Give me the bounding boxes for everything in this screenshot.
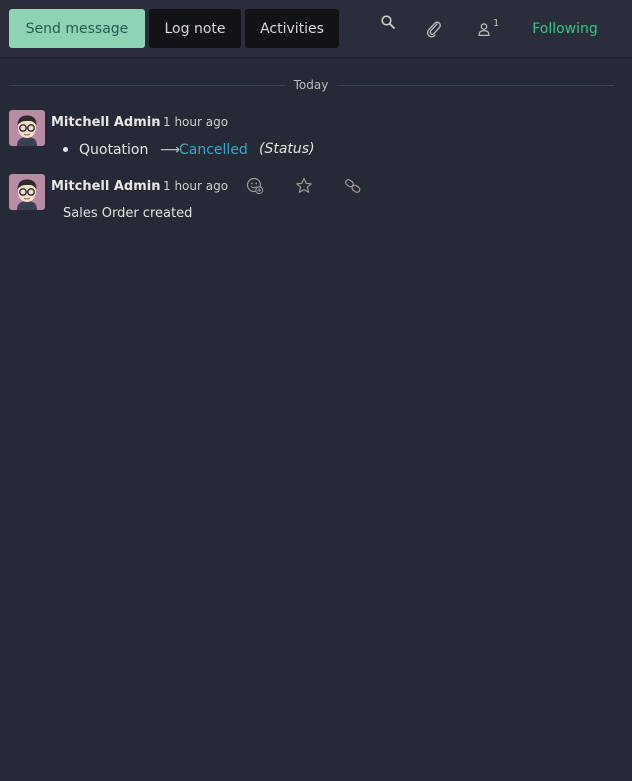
tracking-field-name: (Status) bbox=[259, 141, 315, 157]
tracking-new-value: Cancelled bbox=[179, 142, 248, 158]
message-date: 1 hour ago bbox=[163, 115, 229, 129]
activities-button[interactable]: Activities bbox=[245, 9, 339, 48]
star-icon[interactable] bbox=[293, 176, 315, 196]
message-author[interactable]: Mitchell Admin bbox=[51, 179, 160, 194]
tracking-bullet bbox=[63, 147, 68, 152]
date-separator-line bbox=[337, 85, 614, 86]
chatter-topbar: Send message Log note Activities 1 Follo… bbox=[0, 0, 632, 58]
followers-button[interactable] bbox=[476, 16, 506, 40]
followers-count: 1 bbox=[493, 18, 500, 29]
add-reaction-icon[interactable] bbox=[244, 176, 266, 196]
message-author-dash: - bbox=[153, 179, 158, 193]
tracking-old-value: Quotation bbox=[79, 142, 149, 158]
search-icon[interactable] bbox=[378, 12, 398, 32]
date-separator-line bbox=[9, 85, 285, 86]
following-button[interactable]: Following bbox=[522, 9, 608, 48]
avatar[interactable] bbox=[9, 110, 45, 146]
message-date: 1 hour ago bbox=[163, 179, 229, 193]
avatar[interactable] bbox=[9, 174, 45, 210]
link-icon[interactable] bbox=[342, 176, 364, 196]
paperclip-icon[interactable] bbox=[424, 19, 444, 39]
message-body: Sales Order created bbox=[63, 206, 193, 221]
message-author[interactable]: Mitchell Admin bbox=[51, 115, 160, 130]
arrow-right-icon: ⟶ bbox=[160, 142, 181, 158]
send-message-button[interactable]: Send message bbox=[9, 9, 145, 48]
date-separator-label: Today bbox=[293, 78, 329, 92]
log-note-button[interactable]: Log note bbox=[149, 9, 241, 48]
user-icon bbox=[478, 21, 490, 40]
message-author-dash: - bbox=[153, 115, 158, 129]
